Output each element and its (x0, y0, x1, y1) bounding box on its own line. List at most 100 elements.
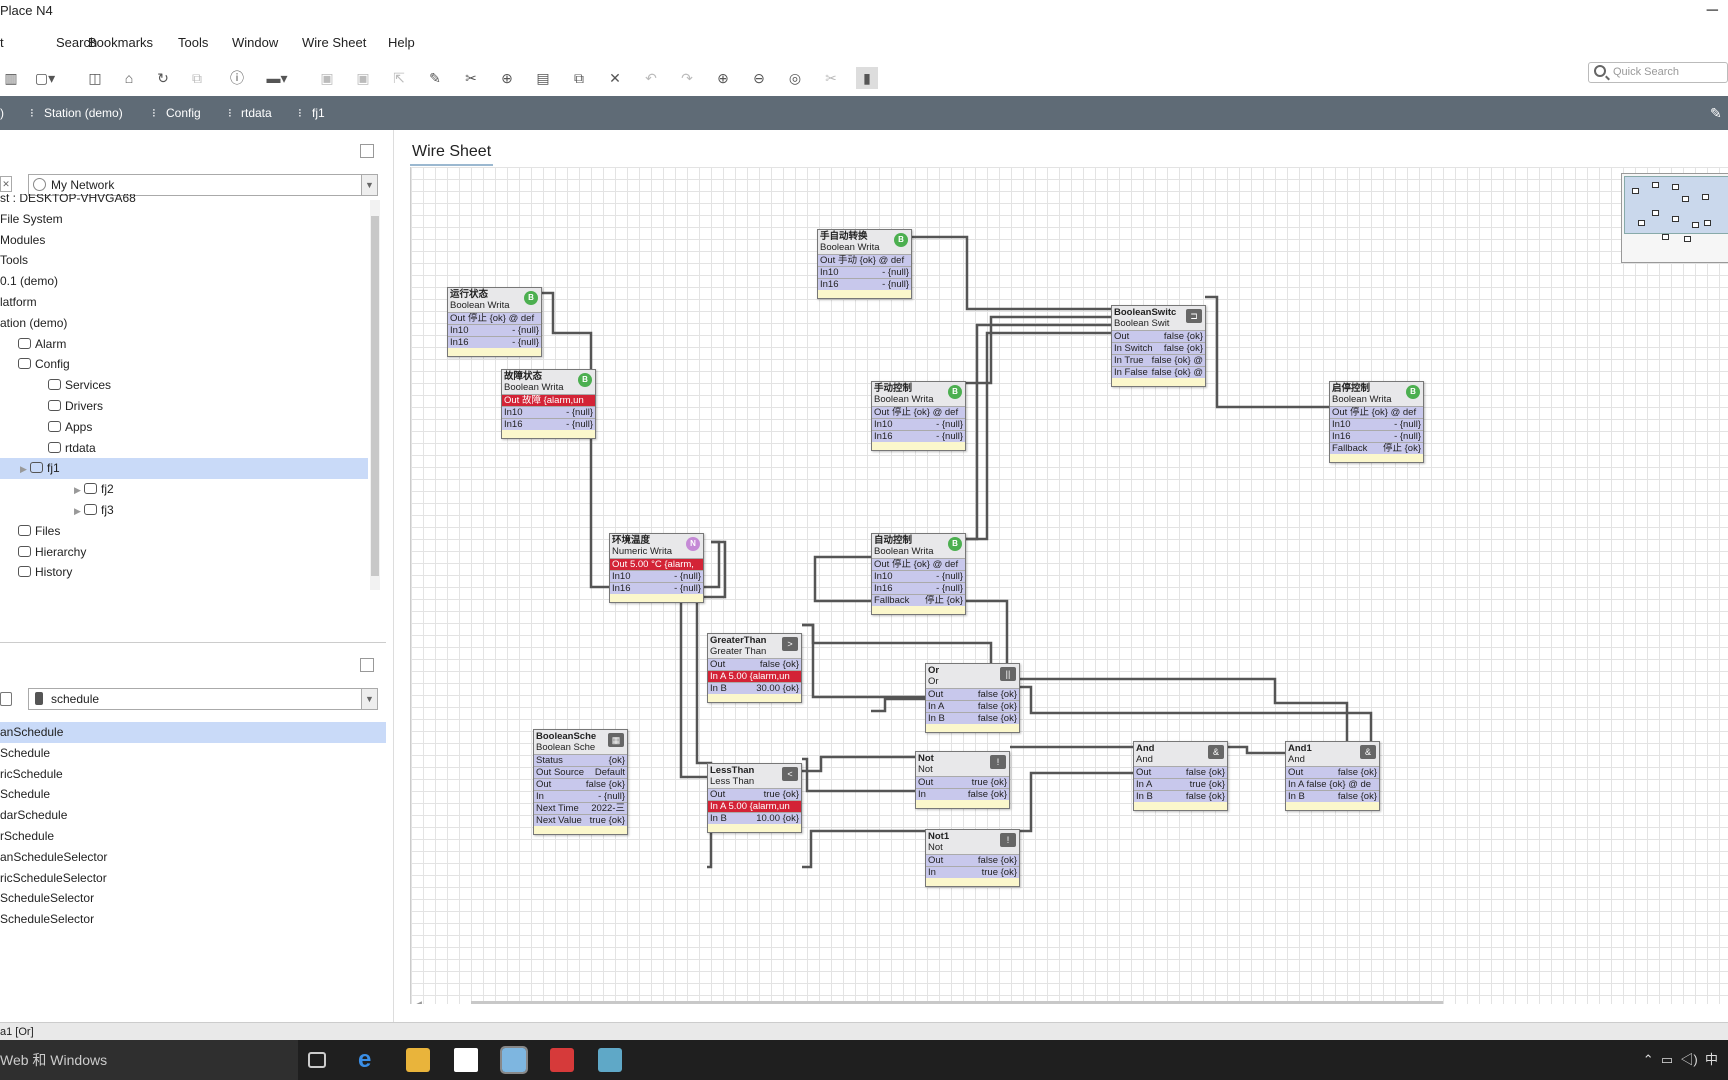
tree-node[interactable]: latform (0, 292, 37, 313)
task-view-icon[interactable] (308, 1052, 326, 1068)
tree-node[interactable]: Hierarchy (18, 542, 86, 563)
node-slot[interactable]: Out 停止 {ok} @ def (872, 406, 965, 418)
node-slot[interactable]: In False false {ok} @ (1112, 366, 1205, 378)
sidebar-toggle-icon[interactable]: ▥ (0, 67, 22, 89)
node-slot[interactable]: In16 - {null} (1330, 430, 1423, 442)
node-slot[interactable]: In A true {ok} (1134, 778, 1227, 790)
expand-caret-icon[interactable]: ▶ (74, 501, 84, 522)
wire-link[interactable] (1010, 771, 1133, 833)
link-mode-icon[interactable]: ▮ (856, 67, 878, 89)
scroll-left-icon[interactable]: ◀ (415, 999, 422, 1004)
node-slot[interactable]: Out false {ok} (1286, 766, 1379, 778)
palette-item[interactable]: Schedule (0, 784, 50, 805)
node-slot[interactable]: Out false {ok} (534, 778, 627, 790)
minimize-button[interactable]: ─ (1707, 0, 1718, 22)
wire-link[interactable] (802, 757, 915, 793)
zoom-out-icon[interactable]: ⊖ (748, 67, 770, 89)
palette-item[interactable]: Schedule (0, 743, 50, 764)
node-slot[interactable]: Out 停止 {ok} @ def (872, 558, 965, 570)
tree-node[interactable]: File System (0, 209, 63, 230)
tree-node[interactable]: ▶ fj3 (54, 500, 114, 521)
node-slot[interactable]: In16 - {null} (872, 582, 965, 594)
component-node[interactable]: GreaterThan Greater Than > Out false {ok} In … (707, 633, 802, 703)
node-slot[interactable]: Out false {ok} (1112, 330, 1205, 342)
component-node[interactable]: 环境温度 Numeric Writa N Out 5.00 °C {alarm, In1… (609, 533, 704, 603)
zoom-in-icon[interactable]: ⊕ (712, 67, 734, 89)
menu-item-tools-partial[interactable]: t (0, 30, 4, 56)
edit-icon[interactable]: ✎ (424, 67, 446, 89)
node-slot[interactable]: Next Time 2022-三 (534, 802, 627, 814)
node-header[interactable]: BooleanSche Boolean Sche ▦ (534, 730, 627, 754)
node-slot[interactable]: In True false {ok} @ (1112, 354, 1205, 366)
copy-view-icon[interactable]: ⧉ (186, 67, 208, 89)
undo-icon[interactable]: ↶ (640, 67, 662, 89)
palette-item[interactable]: darSchedule (0, 805, 67, 826)
tree-node[interactable]: 0.1 (demo) (0, 271, 58, 292)
zoom-fit-icon[interactable]: ◎ (784, 67, 806, 89)
copy-icon[interactable]: ⊕ (496, 67, 518, 89)
minimap[interactable] (1621, 173, 1728, 263)
breadcrumb-fj1[interactable]: fj1 (312, 96, 325, 130)
tree-node[interactable]: rtdata (36, 438, 96, 459)
redo-icon[interactable]: ↷ (676, 67, 698, 89)
wire-link[interactable] (802, 829, 925, 869)
node-header[interactable]: And And & (1134, 742, 1227, 766)
menu-help[interactable]: Help (388, 30, 415, 56)
node-slot[interactable]: In10 - {null} (610, 570, 703, 582)
node-slot[interactable]: Out false {ok} (708, 658, 801, 670)
node-slot[interactable]: Out true {ok} (708, 788, 801, 800)
network-select[interactable]: My Network ▼ (28, 174, 378, 196)
node-header[interactable]: 启停控制 Boolean Writa B (1330, 382, 1423, 406)
component-node[interactable]: 手动控制 Boolean Writa B Out 停止 {ok} @ def In10-… (871, 381, 966, 451)
component-node[interactable]: Not1 Not! Out false {ok} In true {ok} (925, 829, 1020, 887)
paste-icon[interactable]: ▤ (532, 67, 554, 89)
notepad-icon[interactable] (598, 1048, 622, 1072)
horizontal-scrollbar[interactable]: ◀ (411, 999, 1728, 1004)
taskbar-search[interactable]: Web 和 Windows (0, 1040, 298, 1080)
node-slot[interactable]: Out true {ok} (916, 776, 1009, 788)
node-header[interactable]: LessThan Less Than < (708, 764, 801, 788)
node-header[interactable]: 故障状态 Boolean Writa B (502, 370, 595, 394)
component-node[interactable]: 手自动转换 Boolean Writa B Out 手动 {ok} @ def In10… (817, 229, 912, 299)
component-node[interactable]: 故障状态 Boolean Writa B Out 故障 {alarm,un In10- … (501, 369, 596, 439)
wps-icon[interactable] (550, 1048, 574, 1072)
node-slot[interactable]: In B 30.00 {ok} (708, 682, 801, 694)
node-slot[interactable]: In10 - {null} (1330, 418, 1423, 430)
node-slot[interactable]: In A 5.00 {alarm,un (708, 670, 801, 682)
node-slot[interactable]: In Switch false {ok} (1112, 342, 1205, 354)
component-node[interactable]: 启停控制 Boolean Writa B Out 停止 {ok} @ def In10-… (1329, 381, 1424, 463)
palette-item[interactable]: anScheduleSelector (0, 847, 107, 868)
layout-icon[interactable]: ▢▾ (34, 67, 56, 89)
node-slot[interactable]: In10 - {null} (502, 406, 595, 418)
node-slot[interactable]: Out Source Default (534, 766, 627, 778)
node-slot[interactable]: Out false {ok} (926, 688, 1019, 700)
node-slot[interactable]: In16 - {null} (818, 278, 911, 290)
save-icon[interactable]: ▣ (316, 67, 338, 89)
expand-icon[interactable] (360, 144, 374, 158)
palette-item[interactable]: rSchedule (0, 826, 54, 847)
node-header[interactable]: Not Not! (916, 752, 1009, 776)
node-slot[interactable]: In16 - {null} (610, 582, 703, 594)
close-icon[interactable]: ✕ (0, 176, 12, 192)
node-slot[interactable]: Out 5.00 °C {alarm, (610, 558, 703, 570)
breadcrumb-rtdata[interactable]: rtdata (241, 96, 272, 130)
wire-link[interactable] (542, 291, 609, 589)
breadcrumb-config[interactable]: Config (166, 96, 201, 130)
node-slot[interactable]: In false {ok} (916, 788, 1009, 800)
edit-pencil-icon[interactable]: ✎ (1710, 96, 1722, 130)
volume-icon[interactable]: ◁) (1680, 1052, 1697, 1067)
palette-item[interactable]: ricScheduleSelector (0, 868, 107, 889)
node-slot[interactable]: In A false {ok} @ de (1286, 778, 1379, 790)
tree-node[interactable]: Config (18, 354, 70, 375)
node-slot[interactable]: In B false {ok} (926, 712, 1019, 724)
menu-wire-sheet[interactable]: Wire Sheet (302, 30, 366, 56)
niagara-app-icon[interactable] (500, 1046, 528, 1074)
tree-node[interactable]: ▶ fj2 (54, 479, 114, 500)
node-slot[interactable]: Out false {ok} (926, 854, 1019, 866)
node-slot[interactable]: In10 - {null} (872, 418, 965, 430)
node-header[interactable]: 手动控制 Boolean Writa B (872, 382, 965, 406)
node-slot[interactable]: In16 - {null} (502, 418, 595, 430)
node-slot[interactable]: Next Value true {ok} (534, 814, 627, 826)
node-header[interactable]: And1 And & (1286, 742, 1379, 766)
node-header[interactable]: Or Or || (926, 664, 1019, 688)
